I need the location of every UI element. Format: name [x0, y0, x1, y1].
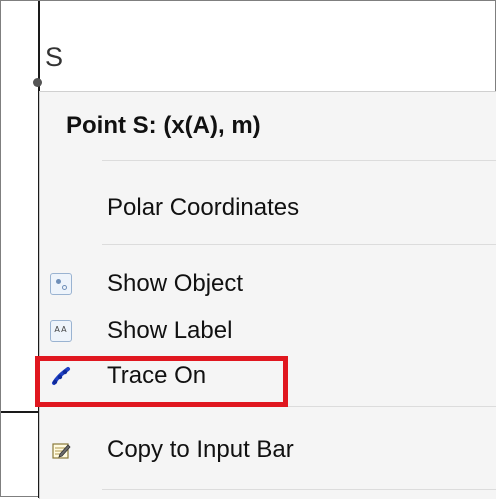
menu-item-copy-to-input-bar[interactable]: Copy to Input Bar [40, 433, 496, 467]
point-s[interactable] [33, 78, 42, 87]
menu-item-label: Polar Coordinates [107, 194, 300, 221]
menu-divider [102, 160, 496, 161]
copy-to-input-bar-icon [50, 439, 72, 461]
menu-item-polar-coordinates[interactable]: Polar Coordinates [40, 191, 496, 225]
x-axis [1, 411, 41, 413]
menu-item-label: Show Label [107, 317, 233, 344]
menu-item-label: Copy to Input Bar [107, 436, 294, 463]
trace-on-highlight-box [35, 356, 288, 407]
menu-item-show-object[interactable]: Show Object [40, 267, 496, 301]
screenshot-frame: S Point S: (x(A), m) Polar Coordinates S… [0, 0, 496, 499]
menu-divider [102, 244, 496, 245]
menu-item-label: Show Object [107, 270, 244, 297]
menu-divider [102, 489, 496, 490]
menu-item-show-label[interactable]: AA Show Label [40, 314, 496, 348]
point-s-label: S [45, 42, 64, 72]
context-menu: Point S: (x(A), m) Polar Coordinates Sho… [39, 91, 496, 499]
show-label-icon: AA [50, 320, 72, 342]
show-object-icon [50, 273, 72, 295]
context-menu-title: Point S: (x(A), m) [66, 112, 261, 139]
